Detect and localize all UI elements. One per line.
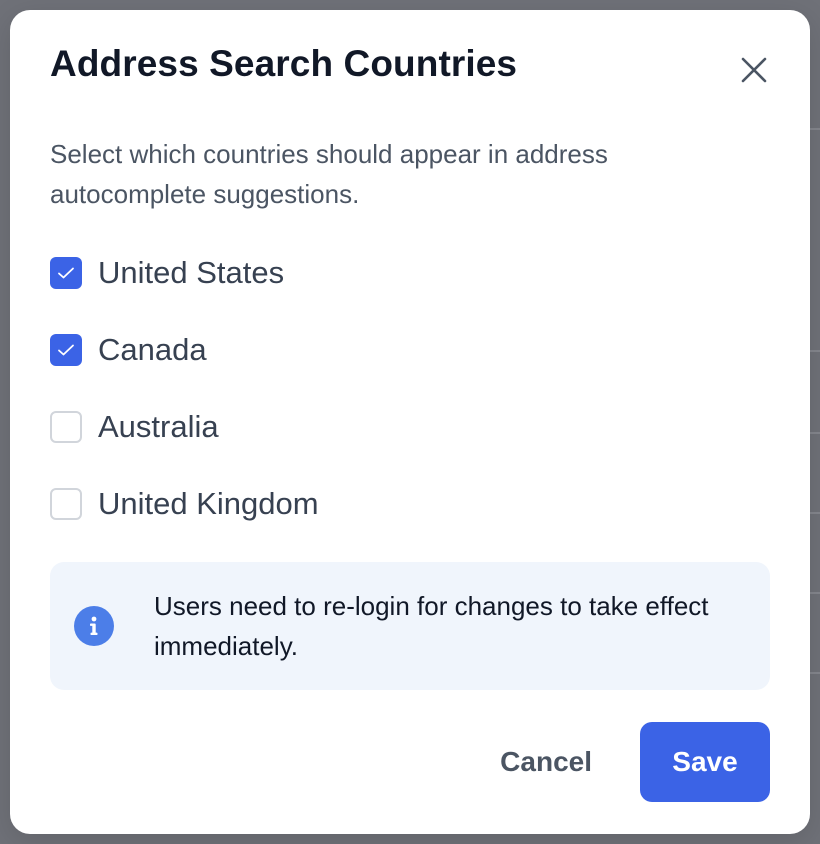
country-option-united-kingdom[interactable]: United Kingdom: [50, 481, 319, 527]
backdrop-divider: [810, 592, 820, 594]
info-callout: Users need to re-login for changes to ta…: [50, 562, 770, 690]
backdrop-divider: [810, 350, 820, 352]
save-button[interactable]: Save: [640, 722, 770, 802]
info-callout-text: Users need to re-login for changes to ta…: [154, 591, 709, 661]
country-option-label: United Kingdom: [98, 486, 319, 521]
backdrop-divider: [810, 128, 820, 130]
backdrop-divider: [810, 672, 820, 674]
check-icon: [58, 344, 74, 356]
australia-checkbox[interactable]: [50, 411, 82, 443]
check-icon: [58, 267, 74, 279]
close-icon: [741, 57, 767, 83]
country-option-united-states[interactable]: United States: [50, 250, 319, 296]
country-option-canada[interactable]: Canada: [50, 327, 319, 373]
canada-checkbox[interactable]: [50, 334, 82, 366]
country-option-australia[interactable]: Australia: [50, 404, 319, 450]
country-option-label: Australia: [98, 409, 219, 444]
dialog-footer: Cancel Save: [476, 722, 770, 802]
address-search-countries-dialog: Address Search Countries Select which co…: [10, 10, 810, 834]
country-option-label: Canada: [98, 332, 207, 367]
backdrop-divider: [810, 432, 820, 434]
info-icon: [74, 606, 114, 646]
dialog-description: Select which countries should appear in …: [50, 139, 608, 209]
united-kingdom-checkbox[interactable]: [50, 488, 82, 520]
dialog-title: Address Search Countries: [50, 43, 518, 84]
cancel-button[interactable]: Cancel: [476, 722, 616, 802]
backdrop-divider: [810, 512, 820, 514]
united-states-checkbox[interactable]: [50, 257, 82, 289]
close-button[interactable]: [738, 54, 770, 86]
country-options-list: United States Canada Australia United Ki…: [50, 250, 319, 558]
country-option-label: United States: [98, 255, 285, 290]
